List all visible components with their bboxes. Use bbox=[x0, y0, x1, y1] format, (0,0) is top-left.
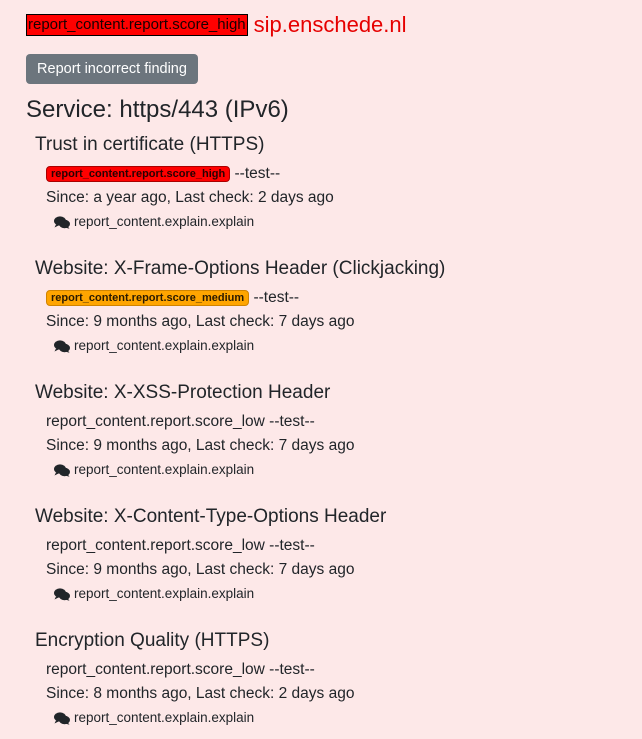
explain-link[interactable]: report_content.explain.explain bbox=[54, 709, 635, 727]
since-text: Since: 9 months ago, Last check: 7 days … bbox=[46, 313, 355, 330]
score-text: report_content.report.score_low bbox=[46, 537, 265, 554]
explain-label: report_content.explain.explain bbox=[74, 338, 255, 353]
header-score-badge: report_content.report.score_high bbox=[26, 14, 248, 36]
report-incorrect-finding-button[interactable]: Report incorrect finding bbox=[26, 54, 198, 84]
finding-title: Encryption Quality (HTTPS) bbox=[35, 630, 270, 651]
finding-title: Website: X-XSS-Protection Header bbox=[35, 382, 331, 403]
since-text: Since: 9 months ago, Last check: 7 days … bbox=[46, 561, 355, 578]
explain-link[interactable]: report_content.explain.explain bbox=[54, 213, 635, 231]
finding-item: Website: X-Content-Type-Options Header r… bbox=[35, 505, 635, 603]
score-badge-medium: report_content.report.score_medium bbox=[46, 290, 250, 306]
site-name: sip.enschede.nl bbox=[253, 12, 407, 37]
comments-icon bbox=[54, 463, 70, 477]
explain-label: report_content.explain.explain bbox=[74, 462, 255, 477]
score-text: report_content.report.score_low bbox=[46, 661, 265, 678]
finding-item: Website: X-XSS-Protection Header report_… bbox=[35, 381, 635, 479]
comments-icon bbox=[54, 339, 70, 353]
test-label: --test-- bbox=[234, 165, 281, 182]
test-label: --test-- bbox=[253, 289, 300, 306]
comments-icon bbox=[54, 215, 70, 229]
score-line: report_content.report.score_low --test-- bbox=[46, 660, 635, 680]
explain-link[interactable]: report_content.explain.explain bbox=[54, 585, 635, 603]
score-line: report_content.report.score_low --test-- bbox=[46, 412, 635, 432]
explain-label: report_content.explain.explain bbox=[74, 710, 255, 725]
since-text: Since: 8 months ago, Last check: 2 days … bbox=[46, 685, 355, 702]
score-text: report_content.report.score_low bbox=[46, 413, 265, 430]
comments-icon bbox=[54, 711, 70, 725]
finding-title: Website: X-Frame-Options Header (Clickja… bbox=[35, 258, 446, 279]
explain-label: report_content.explain.explain bbox=[74, 586, 255, 601]
test-label: --test-- bbox=[269, 537, 315, 554]
test-label: --test-- bbox=[269, 413, 315, 430]
page-header: report_content.report.score_high sip.ens… bbox=[26, 12, 407, 38]
finding-item: Encryption Quality (HTTPS) report_conten… bbox=[35, 629, 635, 727]
test-label: --test-- bbox=[269, 661, 315, 678]
score-line: report_content.report.score_high --test-… bbox=[46, 164, 635, 184]
since-text: Since: a year ago, Last check: 2 days ag… bbox=[46, 189, 334, 206]
finding-title: Website: X-Content-Type-Options Header bbox=[35, 506, 387, 527]
since-text: Since: 9 months ago, Last check: 7 days … bbox=[46, 437, 355, 454]
score-badge-high: report_content.report.score_high bbox=[46, 166, 231, 182]
explain-link[interactable]: report_content.explain.explain bbox=[54, 337, 635, 355]
comments-icon bbox=[54, 587, 70, 601]
explain-label: report_content.explain.explain bbox=[74, 214, 255, 229]
service-title: Service: https/443 (IPv6) bbox=[26, 96, 289, 123]
finding-title: Trust in certificate (HTTPS) bbox=[35, 134, 265, 155]
explain-link[interactable]: report_content.explain.explain bbox=[54, 461, 635, 479]
score-line: report_content.report.score_medium --tes… bbox=[46, 288, 635, 308]
finding-item: Website: X-Frame-Options Header (Clickja… bbox=[35, 257, 635, 355]
score-line: report_content.report.score_low --test-- bbox=[46, 536, 635, 556]
finding-item: Trust in certificate (HTTPS) report_cont… bbox=[35, 133, 635, 231]
